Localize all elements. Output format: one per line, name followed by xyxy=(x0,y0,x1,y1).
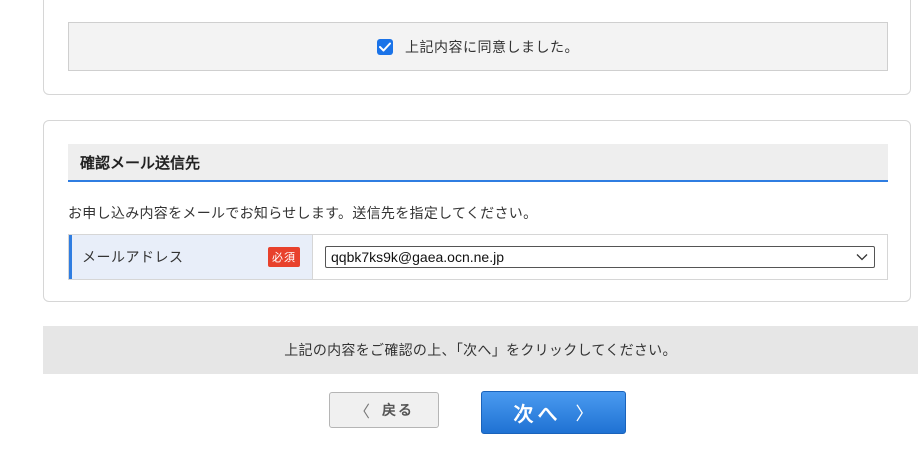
consent-box: 上記内容に同意しました。 xyxy=(68,22,888,71)
email-section-panel: 確認メール送信先 お申し込み内容をメールでお知らせします。送信先を指定してくださ… xyxy=(43,120,911,302)
section-title: 確認メール送信先 xyxy=(68,144,888,182)
next-button[interactable]: 次へ 〉 xyxy=(481,391,626,434)
required-badge: 必須 xyxy=(268,247,300,267)
checkmark-icon xyxy=(379,42,391,51)
back-button[interactable]: 〈 戻る xyxy=(329,392,439,428)
chevron-left-icon: 〈 xyxy=(353,402,370,421)
email-field-label: メールアドレス xyxy=(82,250,184,266)
chevron-down-icon xyxy=(856,254,868,261)
consent-panel: 上記内容に同意しました。 xyxy=(43,0,911,95)
consent-checkbox[interactable] xyxy=(377,38,393,55)
email-select-value: qqbk7ks9k@gaea.ocn.ne.jp xyxy=(331,249,504,265)
email-input-cell: qqbk7ks9k@gaea.ocn.ne.jp xyxy=(313,235,887,279)
notice-bar: 上記の内容をご確認の上、「次へ」をクリックしてください。 xyxy=(43,326,918,374)
consent-row[interactable]: 上記内容に同意しました。 xyxy=(377,37,579,57)
chevron-right-icon: 〉 xyxy=(575,403,594,425)
section-description: お申し込み内容をメールでお知らせします。送信先を指定してください。 xyxy=(68,206,538,222)
email-label-cell: メールアドレス 必須 xyxy=(69,235,313,279)
notice-text: 上記の内容をご確認の上、「次へ」をクリックしてください。 xyxy=(284,343,677,359)
page: 上記内容に同意しました。 確認メール送信先 お申し込み内容をメールでお知らせしま… xyxy=(0,0,918,450)
next-button-label: 次へ xyxy=(513,402,562,426)
consent-label[interactable]: 上記内容に同意しました。 xyxy=(405,37,579,57)
email-form-row: メールアドレス 必須 qqbk7ks9k@gaea.ocn.ne.jp xyxy=(68,234,888,280)
email-select[interactable]: qqbk7ks9k@gaea.ocn.ne.jp xyxy=(325,246,875,268)
back-button-label: 戻る xyxy=(382,403,414,419)
